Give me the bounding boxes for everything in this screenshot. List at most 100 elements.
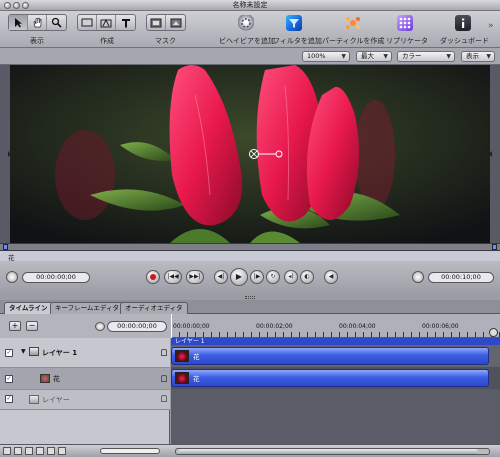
pan-tool-button[interactable] [28, 15, 47, 30]
toolbar-overflow-chevron-icon[interactable]: » [488, 21, 494, 31]
volume-button[interactable]: ◀ [324, 270, 338, 284]
zoom-window-button[interactable] [22, 2, 29, 9]
lock-icon[interactable] [161, 395, 167, 402]
timeline-timecode[interactable]: 00:00:00;00 [107, 321, 167, 332]
dashboard-label: ダッシュボード [440, 37, 489, 45]
ruler-ticks [171, 332, 500, 337]
text-tool-button[interactable] [116, 15, 135, 30]
clip-thumbnail [175, 350, 189, 362]
horizontal-scrollbar[interactable] [175, 448, 490, 455]
timing-pane-tabs: タイムライン キーフレームエディタ オーディオエディタ [0, 300, 500, 314]
image-thumbnail-icon [40, 374, 50, 383]
current-time-icon [6, 271, 18, 283]
motion-app-window: 名称未設定 表示 作成 マスク ビヘイビアを追加 フィルタを追加 パーティクルを… [0, 0, 500, 457]
view-dropdown[interactable]: 表示 ▼ [461, 51, 495, 62]
lock-icon[interactable] [161, 375, 167, 382]
hand-icon [33, 17, 41, 28]
replicator-button[interactable] [397, 15, 413, 31]
show-layers-icon[interactable] [3, 447, 11, 455]
loop-button[interactable]: ↻ [266, 270, 280, 284]
dashboard-button[interactable] [455, 15, 471, 31]
duration-timecode[interactable]: 00:00:10;00 [428, 272, 494, 283]
clip-bar[interactable]: 花 [171, 369, 489, 387]
zoom-tool-button[interactable] [47, 15, 66, 30]
select-tool-button[interactable] [9, 15, 28, 30]
mini-timeline[interactable]: 花 [0, 251, 500, 262]
empty-track-area [171, 389, 500, 444]
clip-thumbnail [175, 372, 189, 384]
ram-preview-button[interactable]: ◐ [300, 270, 314, 284]
make-particles-button[interactable] [345, 15, 361, 31]
step-forward-button[interactable]: |▶ [250, 270, 264, 284]
create-tools-group [77, 14, 136, 31]
timeline-ruler[interactable]: 00:00:00;00 00:00:02;00 00:00:04;00 00:0… [171, 314, 500, 338]
layer-row[interactable]: ✓ 花 [0, 368, 170, 390]
show-audio-icon[interactable] [58, 447, 66, 455]
canvas-viewport[interactable] [0, 65, 500, 243]
out-point-marker[interactable] [492, 244, 497, 250]
clip-bar[interactable]: 花 [171, 347, 489, 365]
scrollbar-thumb[interactable] [178, 449, 478, 454]
add-behavior-button[interactable] [238, 15, 254, 31]
channel-dropdown[interactable]: カラー ▼ [397, 51, 455, 62]
view-value: 表示 [466, 52, 479, 60]
tab-timeline-label: タイムライン [9, 304, 48, 312]
step-back-button[interactable]: ◀| [214, 270, 228, 284]
render-quality-value: 最大 [361, 52, 374, 60]
show-keyframes-icon[interactable] [47, 447, 55, 455]
go-to-start-button[interactable]: |◀◀ [164, 270, 182, 284]
tab-timeline[interactable]: タイムライン [4, 302, 53, 314]
show-filters-icon[interactable] [36, 447, 44, 455]
add-filter-label: フィルタを追加 [273, 37, 322, 45]
mask-bezier-icon [170, 18, 181, 27]
minimize-window-button[interactable] [13, 2, 20, 9]
layer-enable-checkbox[interactable]: ✓ [5, 349, 13, 357]
playhead[interactable] [171, 314, 172, 338]
flower-image [0, 65, 500, 243]
zoom-magnifier-icon[interactable] [489, 328, 498, 337]
tab-audio-editor-label: オーディオエディタ [125, 304, 183, 312]
timeline-footer [0, 444, 500, 457]
group-range-bar[interactable]: レイヤー 1 [171, 338, 500, 345]
audio-toggle-button[interactable]: ◂) [284, 270, 298, 284]
rectangle-mask-button[interactable] [147, 15, 166, 30]
zoom-slider[interactable] [100, 448, 160, 454]
plus-icon: + [11, 321, 19, 330]
arrow-pointer-icon [15, 18, 22, 28]
layer-enable-checkbox[interactable]: ✓ [5, 375, 13, 383]
disclosure-triangle-icon[interactable]: ▼ [21, 348, 26, 355]
playhead-ruler[interactable] [0, 243, 500, 251]
in-point-marker[interactable] [3, 244, 8, 250]
timeline-tracks[interactable]: 00:00:00;00 00:00:02;00 00:00:04;00 00:0… [171, 314, 500, 444]
layer-row[interactable]: ✓ レイヤー [0, 390, 170, 410]
layer-name: レイヤー 1 [42, 349, 78, 357]
panel-resize-handle[interactable] [245, 296, 255, 299]
show-behaviors-icon[interactable] [25, 447, 33, 455]
go-to-end-button[interactable]: ▶▶| [186, 270, 204, 284]
play-button[interactable]: ▶ [230, 268, 248, 286]
gear-behavior-icon [241, 18, 251, 28]
render-quality-dropdown[interactable]: 最大 ▼ [356, 51, 392, 62]
layer-row[interactable]: ✓ ▼ レイヤー 1 [0, 338, 170, 368]
mask-rect-icon [150, 18, 162, 27]
create-group-label: 作成 [100, 37, 114, 45]
rectangle-tool-button[interactable] [78, 15, 97, 30]
lock-icon[interactable] [161, 349, 167, 356]
add-filter-button[interactable] [286, 15, 302, 31]
tab-audio-editor[interactable]: オーディオエディタ [120, 302, 188, 314]
clip-label: 花 [193, 375, 200, 383]
layer-enable-checkbox[interactable]: ✓ [5, 395, 13, 403]
close-window-button[interactable] [4, 2, 11, 9]
tab-keyframe-editor[interactable]: キーフレームエディタ [50, 302, 124, 314]
bezier-tool-button[interactable] [97, 15, 116, 30]
add-layer-button[interactable]: + [9, 321, 21, 331]
bezier-mask-button[interactable] [166, 15, 185, 30]
duration-timecode-value: 00:00:10;00 [441, 273, 481, 281]
current-timecode[interactable]: 00:00:00;00 [22, 272, 90, 283]
remove-layer-button[interactable]: − [26, 321, 38, 331]
ruler-tick-label: 00:00:00;00 [173, 323, 210, 330]
record-button[interactable] [146, 270, 160, 284]
info-i-icon [462, 18, 465, 28]
zoom-level-dropdown[interactable]: 100% ▼ [302, 51, 350, 62]
show-masks-icon[interactable] [14, 447, 22, 455]
